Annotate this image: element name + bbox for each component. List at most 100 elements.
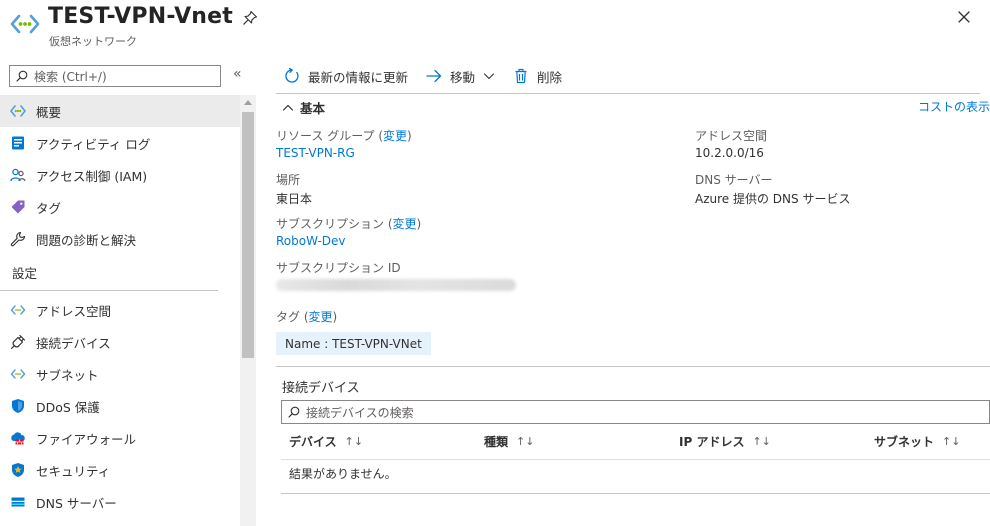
sidebar-item-dns-servers[interactable]: DNS サーバー (0, 486, 240, 518)
essentials-toggle[interactable]: 基本 (282, 98, 325, 117)
pin-icon[interactable] (242, 10, 258, 26)
dns-icon (11, 497, 25, 507)
subscription-id-value-redacted (276, 279, 516, 291)
sidebar-scroll-thumb[interactable] (242, 112, 254, 358)
sidebar-item-label: アドレス空間 (36, 303, 112, 319)
column-header-ip-address[interactable]: IP アドレス ↑↓ (679, 433, 771, 450)
resource-group-value[interactable]: TEST-VPN-RG (276, 146, 355, 160)
divider (281, 493, 990, 494)
sidebar-item-iam[interactable]: アクセス制御 (IAM) (0, 159, 240, 191)
sidebar-item-label: 接続デバイス (36, 335, 111, 351)
dns-servers-value: Azure 提供の DNS サービス (695, 192, 851, 206)
security-icon (12, 463, 24, 477)
connected-devices-title: 接続デバイス (282, 381, 360, 396)
iam-icon (10, 168, 26, 182)
address-space-value: 10.2.0.0/16 (695, 146, 764, 160)
sidebar-item-connected-devices[interactable]: 接続デバイス (0, 326, 240, 358)
sidebar-item-firewall[interactable]: ファイアウォール (0, 422, 240, 454)
sort-icon: ↑↓ (942, 435, 961, 448)
sidebar-section-settings: 設定 (0, 255, 218, 291)
subscription-value[interactable]: RoboW-Dev (276, 234, 346, 248)
search-icon (288, 406, 300, 418)
tags-label: タグ (変更) (276, 310, 338, 324)
close-icon[interactable] (956, 9, 972, 25)
page-title: TEST-VPN-Vnet (48, 4, 234, 29)
connected-devices-search-placeholder: 接続デバイスの検索 (306, 405, 414, 420)
sidebar-item-label: DDoS 保護 (36, 399, 100, 415)
address-space-label: アドレス空間 (695, 129, 768, 143)
location-value: 東日本 (276, 192, 313, 206)
page-subtitle: 仮想ネットワーク (49, 35, 137, 48)
sidebar-item-label: アクセス制御 (IAM) (36, 168, 148, 184)
divider (276, 366, 990, 367)
tags-label-text: タグ (276, 310, 301, 324)
column-header-label: デバイス (289, 435, 337, 449)
view-cost-link[interactable]: コストの表示 (918, 98, 990, 115)
column-header-subnet[interactable]: サブネット ↑↓ (874, 433, 960, 450)
sidebar-item-label: サブネット (36, 367, 99, 383)
plug-icon (10, 334, 26, 350)
wrench-icon (10, 231, 26, 247)
connected-devices-search-input[interactable]: 接続デバイスの検索 (281, 400, 990, 424)
change-resource-group-link[interactable]: 変更 (383, 129, 407, 143)
sidebar-item-label: ファイアウォール (36, 431, 137, 447)
refresh-icon (285, 68, 299, 83)
column-header-label: 種類 (484, 435, 509, 449)
sidebar-item-label: アクティビティ ログ (36, 136, 151, 152)
sidebar-item-activity-log[interactable]: アクティビティ ログ (0, 127, 240, 159)
sidebar-item-label: DNS サーバー (36, 495, 117, 511)
move-button[interactable]: 移動 (426, 67, 495, 86)
resource-group-label-text: リソース グループ (276, 129, 375, 143)
sidebar-item-diagnose[interactable]: 問題の診断と解決 (0, 223, 240, 255)
subscription-label: サブスクリプション (変更) (276, 217, 422, 231)
delete-button[interactable]: 削除 (513, 67, 562, 86)
sidebar-item-label: 問題の診断と解決 (36, 232, 137, 248)
sidebar-item-label: タグ (36, 200, 62, 216)
search-icon (16, 70, 28, 82)
sort-icon: ↑↓ (516, 435, 535, 448)
tag-chip: Name : TEST-VPN-VNet (276, 332, 431, 355)
collapse-sidebar-button[interactable]: « (233, 66, 242, 82)
subscription-label-text: サブスクリプション (276, 217, 385, 231)
sidebar-search-placeholder: 検索 (Ctrl+/) (34, 69, 107, 84)
change-subscription-link[interactable]: 変更 (393, 217, 417, 231)
sidebar-item-address-space[interactable]: アドレス空間 (0, 294, 240, 326)
sidebar-item-label: セキュリティ (36, 463, 111, 479)
column-header-label: IP アドレス (679, 435, 745, 449)
sidebar-search-input[interactable]: 検索 (Ctrl+/) (9, 65, 221, 87)
activity-log-icon (12, 136, 24, 150)
sidebar-item-subnets[interactable]: サブネット (0, 358, 240, 390)
sidebar-item-ddos[interactable]: DDoS 保護 (0, 390, 240, 422)
sidebar-item-label: 概要 (36, 104, 62, 120)
delete-label: 削除 (537, 69, 563, 85)
chevron-up-icon (282, 104, 294, 111)
column-header-label: サブネット (874, 435, 935, 449)
resource-group-label: リソース グループ (変更) (276, 129, 412, 143)
column-header-type[interactable]: 種類 ↑↓ (484, 433, 534, 450)
dns-servers-label: DNS サーバー (695, 173, 773, 187)
arrow-right-icon (426, 69, 442, 83)
shield-icon (12, 399, 24, 413)
address-space-icon (10, 305, 26, 315)
subscription-id-label: サブスクリプション ID (276, 261, 401, 275)
sidebar-item-security[interactable]: セキュリティ (0, 454, 240, 486)
vnet-icon (10, 105, 26, 117)
divider (276, 93, 980, 94)
command-bar: 最新の情報に更新 移動 削除 (284, 64, 580, 88)
sidebar-item-overview[interactable]: 概要 (0, 95, 240, 127)
location-label: 場所 (276, 173, 301, 187)
firewall-icon (11, 432, 25, 445)
sort-icon: ↑↓ (752, 435, 771, 448)
chevron-down-icon (483, 73, 495, 80)
vnet-icon (10, 14, 40, 34)
subnet-icon (10, 369, 26, 379)
change-tags-link[interactable]: 変更 (309, 310, 333, 324)
scroll-up-arrow-icon[interactable] (244, 100, 252, 105)
refresh-button[interactable]: 最新の情報に更新 (284, 67, 408, 86)
column-header-device[interactable]: デバイス ↑↓ (289, 433, 363, 450)
refresh-label: 最新の情報に更新 (308, 69, 409, 85)
divider (281, 459, 990, 460)
sidebar-item-tags[interactable]: タグ (0, 191, 240, 223)
move-label: 移動 (450, 69, 476, 85)
sidebar-nav: 概要 アクティビティ ログ アクセス制御 (IAM) タグ 問題の診断と解決 設… (0, 95, 240, 518)
